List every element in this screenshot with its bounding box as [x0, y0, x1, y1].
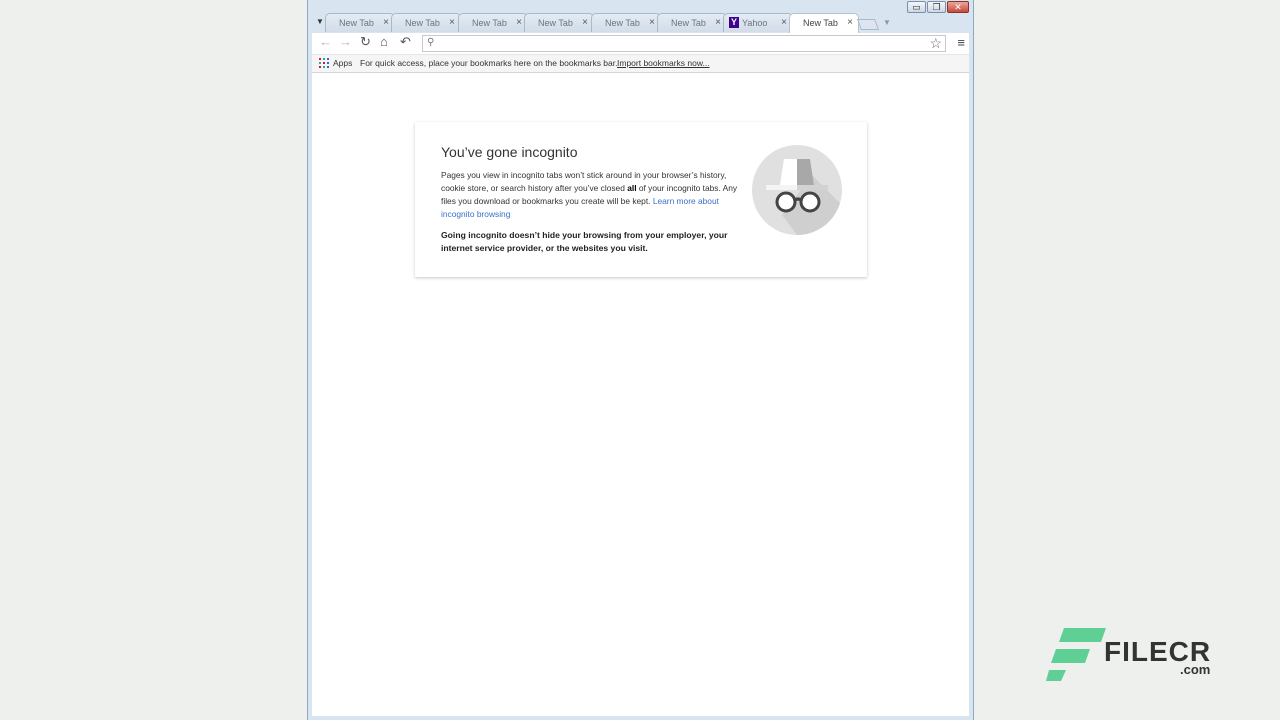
tab-strip: ▼ New Tab × New Tab × New Tab × New Tab … [308, 13, 973, 33]
bookmark-star-icon[interactable]: ☆ [929, 35, 942, 52]
filecr-logo-icon [1046, 628, 1106, 681]
yahoo-favicon-icon: Y [729, 17, 739, 28]
back-icon[interactable]: ← [319, 34, 332, 49]
watermark-suffix: .com [1180, 662, 1211, 677]
tab-label: New Tab [605, 18, 640, 28]
forward-icon[interactable]: → [339, 34, 352, 49]
page-content: You’ve gone incognito Pages you view in … [312, 73, 969, 716]
chrome-menu-icon[interactable]: ≡ [957, 35, 965, 50]
tab-label: New Tab [339, 18, 374, 28]
bookmarks-bar: Apps For quick access, place your bookma… [312, 55, 969, 73]
close-tab-icon[interactable]: × [449, 17, 455, 28]
tab-new-tab-4[interactable]: New Tab × [524, 13, 594, 32]
browser-window: ▭ ❐ ✕ ▼ New Tab × New Tab × New Tab × Ne… [307, 0, 974, 720]
bookmarks-hint: For quick access, place your bookmarks h… [360, 58, 618, 68]
incognito-card: You’ve gone incognito Pages you view in … [415, 122, 867, 277]
tab-new-tab-active[interactable]: New Tab × [789, 13, 859, 33]
incognito-warning: Going incognito doesn’t hide your browsi… [441, 230, 728, 253]
close-tab-icon[interactable]: × [582, 17, 588, 28]
undo-icon[interactable]: ↶ [400, 34, 411, 50]
tab-label: New Tab [671, 18, 706, 28]
tab-new-tab-1[interactable]: New Tab × [325, 13, 395, 32]
reload-icon[interactable]: ↻ [360, 34, 371, 50]
tab-overflow-icon[interactable]: ▼ [883, 18, 891, 27]
close-tab-icon[interactable]: × [781, 17, 787, 28]
close-tab-icon[interactable]: × [847, 17, 853, 28]
tab-label: Yahoo [742, 18, 768, 28]
browser-toolbar: ← → ↻ ⌂ ↶ ⚲ ☆ ≡ [312, 33, 969, 55]
tab-new-tab-3[interactable]: New Tab × [458, 13, 528, 32]
tab-new-tab-2[interactable]: New Tab × [391, 13, 461, 32]
import-bookmarks-link[interactable]: Import bookmarks now... [617, 58, 710, 68]
tab-label: New Tab [472, 18, 507, 28]
tab-new-tab-5[interactable]: New Tab × [591, 13, 661, 32]
restore-button[interactable]: ❐ [927, 1, 946, 13]
close-window-button[interactable]: ✕ [947, 1, 969, 13]
incognito-spy-icon [752, 145, 842, 235]
home-icon[interactable]: ⌂ [380, 34, 388, 49]
incognito-description: Pages you view in incognito tabs won’t s… [441, 169, 741, 221]
close-tab-icon[interactable]: × [383, 17, 389, 28]
close-tab-icon[interactable]: × [715, 17, 721, 28]
filecr-watermark: FILECR .com [1046, 628, 1216, 684]
apps-grid-icon[interactable] [319, 58, 329, 68]
apps-shortcut[interactable]: Apps [333, 58, 352, 68]
window-controls: ▭ ❐ ✕ [907, 1, 969, 13]
description-bold: all [627, 183, 637, 193]
new-tab-button[interactable] [856, 19, 880, 30]
search-icon: ⚲ [427, 37, 435, 48]
tab-yahoo[interactable]: Y Yahoo × [723, 13, 793, 32]
tab-new-tab-6[interactable]: New Tab × [657, 13, 727, 32]
omnibox[interactable]: ⚲ ☆ [422, 35, 946, 52]
tab-list-menu-icon[interactable]: ▼ [316, 17, 324, 26]
close-tab-icon[interactable]: × [649, 17, 655, 28]
page-title: You’ve gone incognito [441, 144, 578, 160]
tab-label: New Tab [538, 18, 573, 28]
minimize-button[interactable]: ▭ [907, 1, 926, 13]
close-tab-icon[interactable]: × [516, 17, 522, 28]
tab-label: New Tab [803, 18, 838, 28]
tab-label: New Tab [405, 18, 440, 28]
